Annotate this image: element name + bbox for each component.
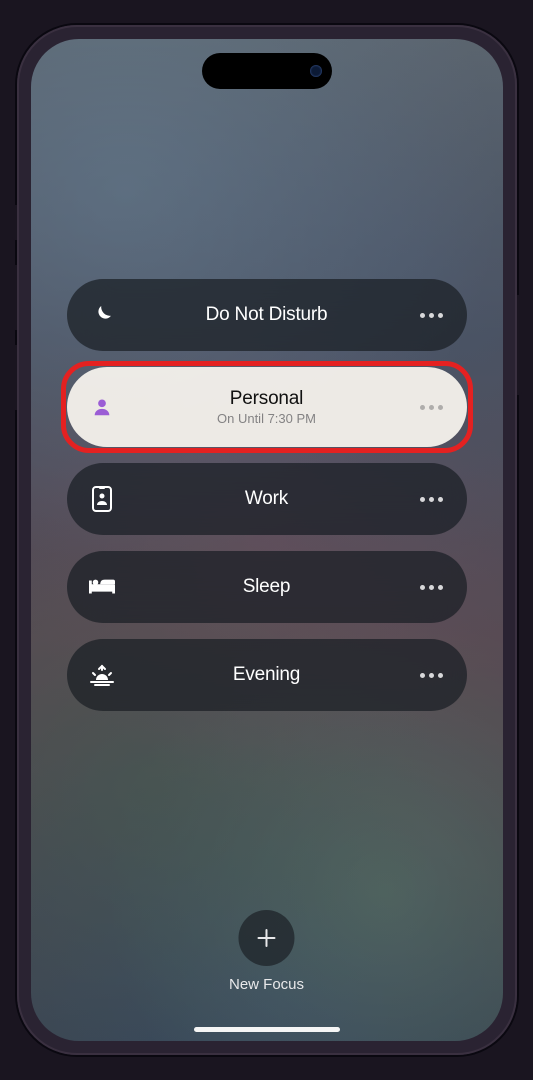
- badge-icon: [89, 486, 115, 512]
- more-button[interactable]: [419, 673, 445, 678]
- focus-label: Evening: [233, 664, 300, 686]
- screen: Do Not Disturb Personal On Until 7:3: [31, 39, 503, 1041]
- focus-item-dnd[interactable]: Do Not Disturb: [67, 279, 467, 351]
- volume-up-button: [12, 265, 17, 330]
- side-button: [517, 295, 522, 395]
- home-indicator[interactable]: [194, 1027, 340, 1032]
- volume-down-button: [12, 345, 17, 410]
- plus-icon: [256, 927, 278, 949]
- more-button[interactable]: [419, 585, 445, 590]
- focus-item-personal[interactable]: Personal On Until 7:30 PM: [67, 367, 467, 447]
- focus-list: Do Not Disturb Personal On Until 7:3: [31, 39, 503, 1041]
- more-button[interactable]: [419, 405, 445, 410]
- focus-label: Do Not Disturb: [206, 304, 328, 326]
- focus-label: Sleep: [243, 576, 291, 598]
- new-focus-label: New Focus: [229, 976, 304, 993]
- new-focus-button[interactable]: New Focus: [229, 910, 304, 993]
- focus-item-evening[interactable]: Evening: [67, 639, 467, 711]
- focus-label-wrap: Sleep: [115, 576, 419, 598]
- phone-frame: Do Not Disturb Personal On Until 7:3: [17, 25, 517, 1055]
- more-button[interactable]: [419, 313, 445, 318]
- dynamic-island: [202, 53, 332, 89]
- focus-subtitle: On Until 7:30 PM: [217, 411, 316, 426]
- mute-switch: [12, 205, 17, 240]
- sunset-icon: [89, 662, 115, 688]
- focus-label-wrap: Work: [115, 488, 419, 510]
- plus-circle: [239, 910, 295, 966]
- focus-label-wrap: Personal On Until 7:30 PM: [115, 388, 419, 426]
- front-camera: [310, 65, 322, 77]
- moon-icon: [89, 302, 115, 328]
- person-icon: [89, 394, 115, 420]
- more-button[interactable]: [419, 497, 445, 502]
- bed-icon: [89, 574, 115, 600]
- focus-label-wrap: Evening: [115, 664, 419, 686]
- focus-label: Personal: [230, 388, 303, 410]
- focus-item-sleep[interactable]: Sleep: [67, 551, 467, 623]
- focus-label-wrap: Do Not Disturb: [115, 304, 419, 326]
- focus-item-work[interactable]: Work: [67, 463, 467, 535]
- focus-label: Work: [245, 488, 288, 510]
